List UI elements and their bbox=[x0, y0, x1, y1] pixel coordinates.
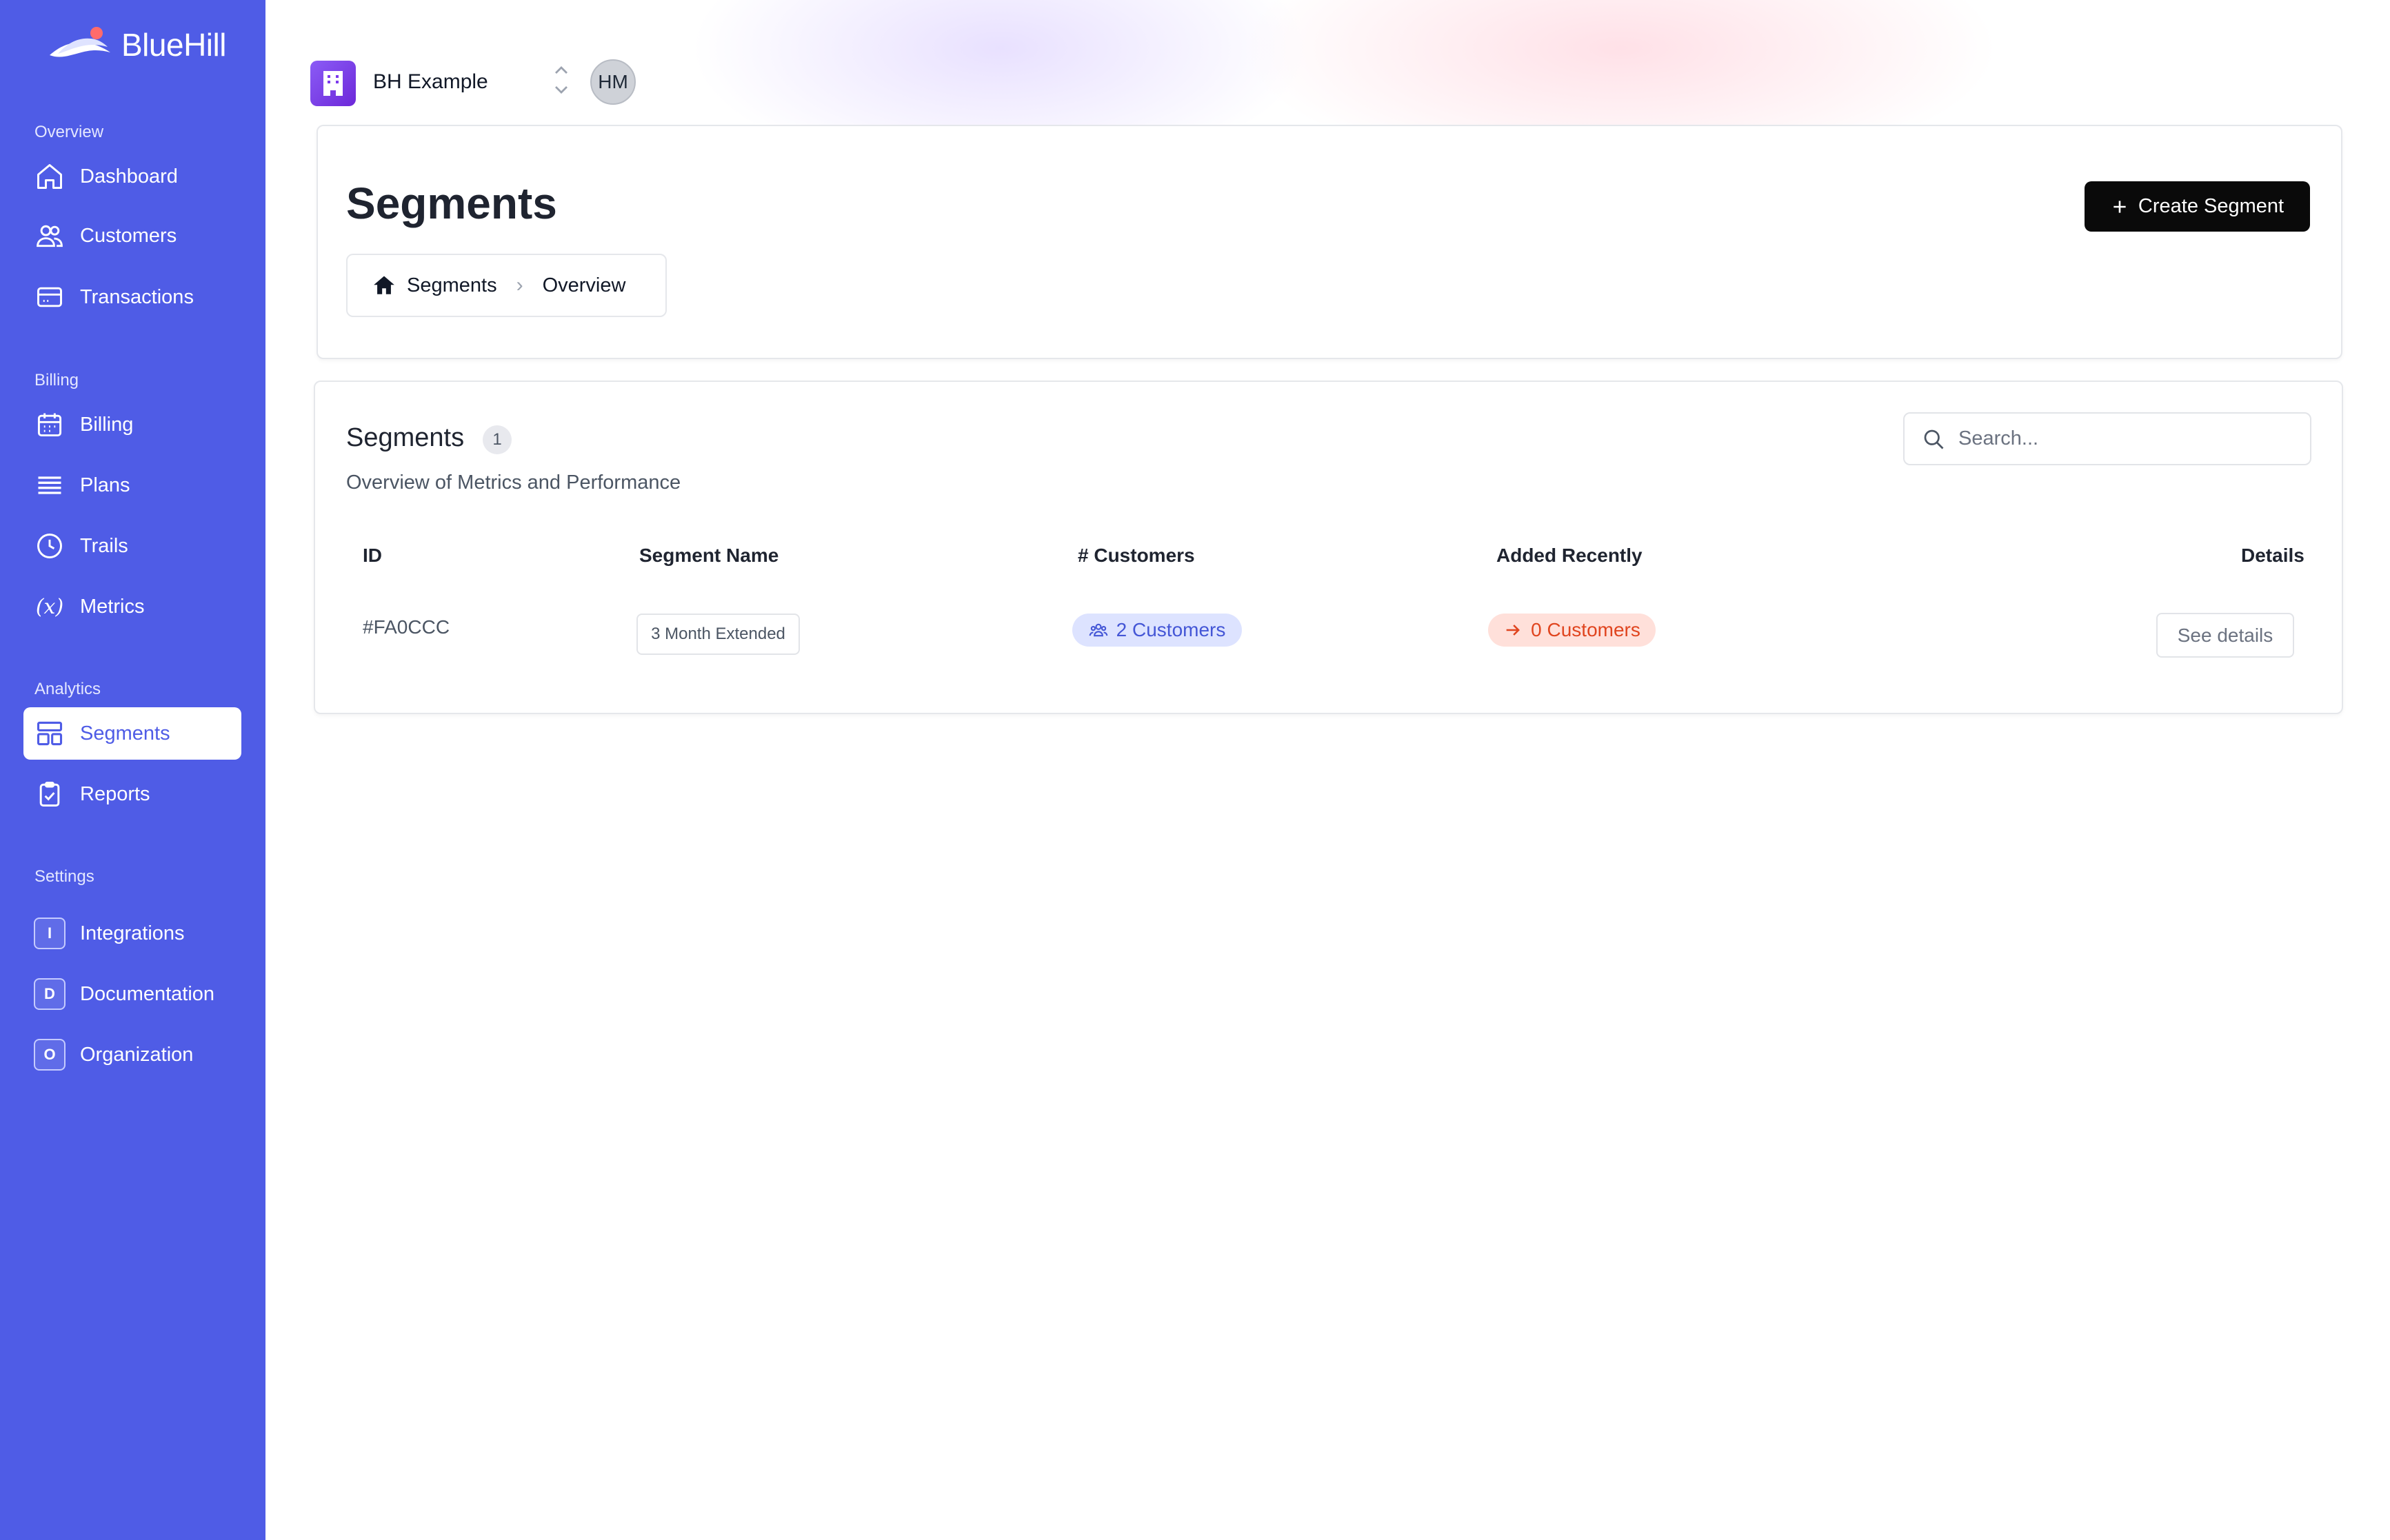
sidebar-item-plans[interactable]: Plans bbox=[23, 459, 241, 511]
column-header-added-recently[interactable]: Added Recently bbox=[1496, 545, 1643, 567]
section-label-settings: Settings bbox=[34, 867, 94, 886]
create-segment-label: Create Segment bbox=[2138, 195, 2284, 217]
sidebar-item-metrics[interactable]: (x) Metrics bbox=[23, 580, 241, 633]
chevron-updown-icon[interactable] bbox=[552, 61, 571, 99]
clock-icon bbox=[33, 529, 66, 563]
sidebar-item-transactions[interactable]: Transactions bbox=[23, 271, 241, 323]
section-label-billing: Billing bbox=[34, 371, 79, 389]
sidebar-item-customers[interactable]: Customers bbox=[23, 210, 241, 262]
arrow-right-icon bbox=[1506, 625, 1520, 636]
sidebar-item-billing[interactable]: Billing bbox=[23, 398, 241, 451]
app-name: BlueHill bbox=[121, 27, 226, 63]
section-label-overview: Overview bbox=[34, 123, 104, 141]
sidebar-item-label: Transactions bbox=[80, 285, 194, 308]
sidebar-item-label: Billing bbox=[80, 413, 134, 436]
added-recently-label: 0 Customers bbox=[1531, 619, 1640, 640]
org-name[interactable]: BH Example bbox=[373, 70, 488, 94]
breadcrumb: Segments › Overview bbox=[346, 254, 667, 317]
see-details-button[interactable]: See details bbox=[2156, 613, 2294, 658]
sidebar: BlueHill Overview Dashboard Customers Tr… bbox=[0, 0, 265, 1540]
function-icon: (x) bbox=[35, 594, 64, 619]
app-logo[interactable]: BlueHill bbox=[48, 21, 226, 69]
column-header-id[interactable]: ID bbox=[363, 545, 382, 567]
added-recently-pill: 0 Customers bbox=[1488, 614, 1656, 647]
segment-name-tag: 3 Month Extended bbox=[636, 614, 800, 655]
sidebar-item-label: Metrics bbox=[80, 595, 145, 618]
home-icon bbox=[33, 160, 66, 193]
integrations-letter-icon: I bbox=[34, 918, 66, 949]
letter-o-icon: O bbox=[33, 1038, 66, 1071]
sidebar-item-label: Dashboard bbox=[80, 165, 178, 188]
plus-icon bbox=[2113, 200, 2126, 213]
breadcrumb-item-overview[interactable]: Overview bbox=[543, 274, 626, 297]
sidebar-item-label: Documentation bbox=[80, 982, 215, 1005]
sidebar-item-label: Customers bbox=[80, 224, 177, 247]
sidebar-item-label: Integrations bbox=[80, 922, 185, 944]
home-filled-icon[interactable] bbox=[372, 274, 396, 297]
documentation-letter-icon: D bbox=[34, 978, 66, 1010]
count-badge: 1 bbox=[483, 425, 512, 454]
column-header-details[interactable]: Details bbox=[2241, 545, 2304, 567]
sidebar-item-reports[interactable]: Reports bbox=[23, 768, 241, 820]
sidebar-item-segments[interactable]: Segments bbox=[23, 707, 241, 760]
chevron-right-icon: › bbox=[516, 274, 523, 296]
layout-icon bbox=[33, 717, 66, 750]
list-icon bbox=[33, 469, 66, 502]
bluehill-logo-icon bbox=[50, 27, 110, 57]
users-icon bbox=[33, 219, 66, 252]
letter-d-icon: D bbox=[33, 977, 66, 1011]
create-segment-button[interactable]: Create Segment bbox=[2085, 181, 2310, 232]
users-group-icon bbox=[1089, 623, 1107, 637]
sidebar-item-label: Segments bbox=[80, 722, 170, 744]
section-subtitle: Overview of Metrics and Performance bbox=[346, 472, 681, 494]
section-label-analytics: Analytics bbox=[34, 680, 101, 698]
search-box[interactable] bbox=[1903, 412, 2311, 465]
section-title: Segments bbox=[346, 423, 465, 452]
calendar-icon bbox=[33, 408, 66, 441]
sidebar-item-label: Trails bbox=[80, 534, 128, 557]
organization-letter-icon: O bbox=[34, 1039, 66, 1071]
org-building-icon[interactable] bbox=[310, 61, 356, 106]
sidebar-item-dashboard[interactable]: Dashboard bbox=[23, 150, 241, 203]
avatar[interactable]: HM bbox=[590, 59, 636, 105]
sidebar-item-organization[interactable]: O Organization bbox=[23, 1029, 241, 1081]
customers-count-label: 2 Customers bbox=[1116, 619, 1226, 640]
page-title: Segments bbox=[346, 179, 557, 228]
sidebar-item-label: Organization bbox=[80, 1043, 194, 1066]
credit-card-icon bbox=[33, 281, 66, 314]
letter-i-icon: I bbox=[33, 917, 66, 950]
sidebar-item-integrations[interactable]: I Integrations bbox=[23, 907, 241, 960]
search-input[interactable] bbox=[1958, 427, 2289, 450]
sidebar-item-label: Plans bbox=[80, 474, 130, 496]
sidebar-item-documentation[interactable]: D Documentation bbox=[23, 968, 241, 1020]
breadcrumb-item-segments[interactable]: Segments bbox=[407, 274, 497, 297]
customers-count-pill: 2 Customers bbox=[1072, 614, 1242, 647]
column-header-customers[interactable]: # Customers bbox=[1078, 545, 1195, 567]
search-icon bbox=[1924, 429, 1944, 449]
column-header-segment-name[interactable]: Segment Name bbox=[639, 545, 779, 567]
sidebar-item-trails[interactable]: Trails bbox=[23, 520, 241, 572]
page-header-card bbox=[317, 125, 2342, 359]
segment-id: #FA0CCC bbox=[363, 616, 450, 638]
clipboard-icon bbox=[33, 778, 66, 811]
sidebar-item-label: Reports bbox=[80, 782, 150, 805]
